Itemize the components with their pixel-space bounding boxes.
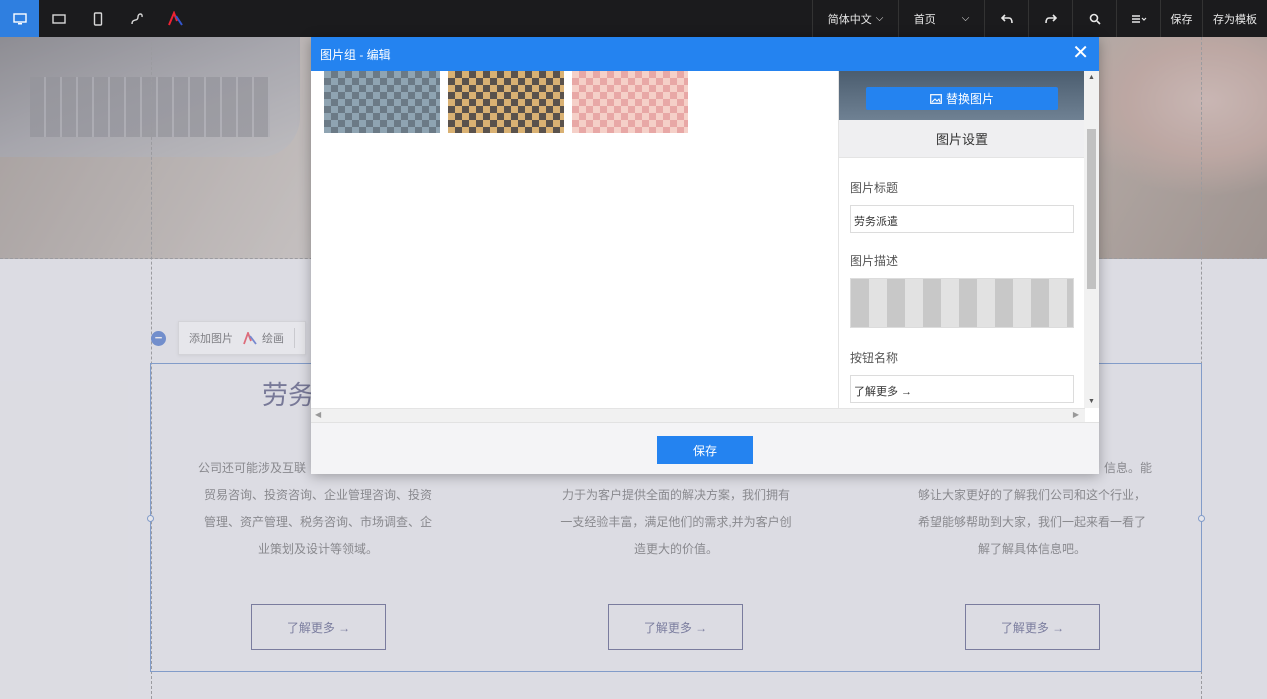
image-icon <box>930 93 942 104</box>
image-description-label: 图片描述 <box>850 254 899 268</box>
scroll-left-icon[interactable]: ◀ <box>315 410 321 419</box>
vertical-scrollbar[interactable]: ▲ ▼ <box>1084 71 1099 408</box>
layout-menu-icon[interactable] <box>1116 0 1160 37</box>
image-title-label: 图片标题 <box>850 181 899 195</box>
image-description-input[interactable] <box>850 278 1074 328</box>
scrollbar-thumb[interactable] <box>1087 129 1096 289</box>
link-icon[interactable] <box>117 0 156 37</box>
page-select[interactable]: 首页 ⌵ <box>898 0 984 37</box>
tablet-view-icon[interactable] <box>39 0 78 37</box>
scroll-down-icon[interactable]: ▼ <box>1088 398 1095 405</box>
image-thumbnail-list <box>324 71 696 133</box>
zoom-icon[interactable] <box>1072 0 1116 37</box>
close-icon[interactable]: ✕ <box>1072 43 1089 63</box>
image-thumbnail[interactable] <box>572 71 688 133</box>
tab-image-settings[interactable]: 图片设置 <box>839 120 1084 158</box>
undo-icon[interactable] <box>984 0 1028 37</box>
button-name-label: 按钮名称 <box>850 351 899 365</box>
scroll-up-icon[interactable]: ▲ <box>1088 74 1095 81</box>
chevron-down-icon: ⌵ <box>961 13 970 24</box>
image-title-input[interactable]: 劳务派遣 <box>850 205 1074 233</box>
button-name-input[interactable]: 了解更多 → <box>850 375 1074 403</box>
save-button[interactable]: 保存 <box>1160 0 1202 37</box>
dialog-save-button[interactable]: 保存 <box>657 436 753 464</box>
redo-icon[interactable] <box>1028 0 1072 37</box>
mobile-view-icon[interactable] <box>78 0 117 37</box>
replace-image-button[interactable]: 替换图片 <box>866 87 1058 110</box>
scroll-right-icon[interactable]: ▶ <box>1073 410 1079 419</box>
image-settings-panel: 替换图片 图片设置 图片标题 劳务派遣 图片描述 按钮名称 了解更多 → <box>838 71 1084 408</box>
settings-form: 图片标题 劳务派遣 图片描述 按钮名称 了解更多 → <box>839 158 1084 408</box>
draw-tool-icon[interactable] <box>156 0 195 37</box>
image-group-edit-dialog: 图片组 - 编辑 ✕ 替换图片 图片设置 图片标题 劳务派遣 图片描述 按钮名称… <box>311 37 1099 474</box>
dialog-title: 图片组 - 编辑 <box>320 47 391 62</box>
desktop-view-icon[interactable] <box>0 0 39 37</box>
editor-toolbar: 简体中文 ⌵ 首页 ⌵ 保存 存为模板 <box>0 0 1267 37</box>
save-as-template-button[interactable]: 存为模板 <box>1202 0 1267 37</box>
dialog-header: 图片组 - 编辑 ✕ <box>311 37 1099 71</box>
image-thumbnail[interactable] <box>324 71 440 133</box>
horizontal-scrollbar[interactable]: ◀ ▶ <box>311 408 1085 422</box>
chevron-down-icon: ⌵ <box>875 13 884 24</box>
image-thumbnail[interactable] <box>448 71 564 133</box>
language-select[interactable]: 简体中文 ⌵ <box>812 0 898 37</box>
